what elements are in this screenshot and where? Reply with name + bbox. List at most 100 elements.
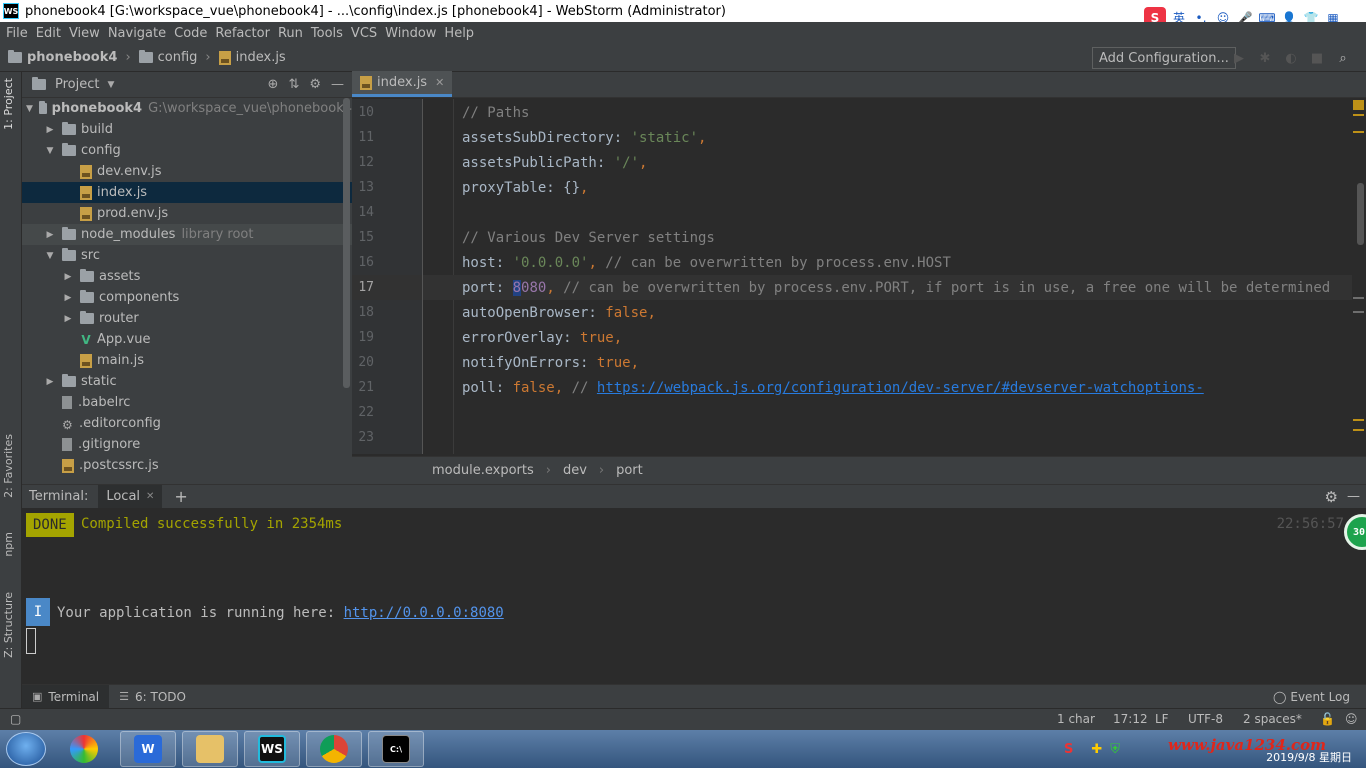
- breadcrumb-port[interactable]: port: [616, 463, 643, 478]
- stop-icon[interactable]: ■: [1308, 49, 1326, 67]
- start-button[interactable]: [6, 732, 46, 766]
- menu-navigate[interactable]: Navigate: [104, 26, 170, 41]
- scrollbar-thumb[interactable]: [1357, 183, 1364, 245]
- tree-item[interactable]: ▶ router: [22, 308, 352, 329]
- tab-structure[interactable]: Z: Structure: [2, 592, 15, 658]
- terminal-output[interactable]: DONE Compiled successfully in 2354ms 22:…: [22, 508, 1366, 684]
- code-line[interactable]: 11 assetsSubDirectory: 'static',: [352, 125, 1352, 150]
- menu-code[interactable]: Code: [170, 26, 211, 41]
- menu-refactor[interactable]: Refactor: [211, 26, 274, 41]
- chevron-down-icon[interactable]: ▼: [44, 251, 56, 261]
- tree-item[interactable]: ⚙ .editorconfig: [22, 413, 352, 434]
- taskbar-app-webstorm[interactable]: WS: [244, 731, 300, 767]
- code-line[interactable]: 19 errorOverlay: true,: [352, 325, 1352, 350]
- editor-scrollbar[interactable]: [1352, 99, 1366, 454]
- search-icon[interactable]: ⌕: [1334, 49, 1352, 67]
- tree-item[interactable]: ▼ src: [22, 245, 352, 266]
- tree-item[interactable]: .babelrc: [22, 392, 352, 413]
- tree-item[interactable]: ▶ components: [22, 287, 352, 308]
- inspector-icon[interactable]: ☺: [1345, 712, 1358, 726]
- nav-folder[interactable]: config ›: [138, 50, 211, 65]
- run-icon[interactable]: ▶: [1230, 49, 1248, 67]
- collapse-icon[interactable]: ⇅: [288, 77, 299, 92]
- hide-icon[interactable]: —: [1347, 489, 1360, 504]
- breadcrumb-dev[interactable]: dev: [563, 463, 587, 478]
- menu-tools[interactable]: Tools: [307, 26, 347, 41]
- tab-index-js[interactable]: index.js ✕: [352, 71, 453, 97]
- warning-marker[interactable]: [1353, 419, 1364, 421]
- code-line[interactable]: 20 notifyOnErrors: true,: [352, 350, 1352, 375]
- sogou-tray-icon[interactable]: S: [1064, 742, 1073, 757]
- code-line[interactable]: 22: [352, 400, 1352, 425]
- warning-marker[interactable]: [1353, 429, 1364, 431]
- taskbar-app-chrome[interactable]: [306, 731, 362, 767]
- chevron-right-icon[interactable]: ▶: [44, 230, 56, 240]
- terminal-tab-local[interactable]: Local ✕: [98, 484, 163, 509]
- hide-icon[interactable]: —: [331, 77, 344, 92]
- status-indent[interactable]: 2 spaces*: [1243, 712, 1302, 726]
- tree-item[interactable]: main.js: [22, 350, 352, 371]
- floating-badge[interactable]: 30: [1344, 514, 1366, 550]
- chevron-right-icon[interactable]: ▶: [62, 272, 74, 282]
- project-view-selector[interactable]: Project: [55, 77, 99, 92]
- close-icon[interactable]: ✕: [435, 76, 444, 89]
- code-line[interactable]: 15 // Various Dev Server settings: [352, 225, 1352, 250]
- tab-terminal[interactable]: ▣ Terminal: [22, 684, 110, 709]
- menu-run[interactable]: Run: [274, 26, 307, 41]
- security-tray-icon[interactable]: ✚: [1091, 742, 1102, 757]
- close-icon[interactable]: ✕: [146, 491, 154, 502]
- code-line[interactable]: 14: [352, 200, 1352, 225]
- tab-npm[interactable]: npm: [2, 532, 15, 557]
- chevron-right-icon[interactable]: ▶: [62, 314, 74, 324]
- tree-item[interactable]: .postcssrc.js: [22, 455, 352, 476]
- tree-item[interactable]: ▶ static: [22, 371, 352, 392]
- gear-icon[interactable]: ⚙: [309, 77, 321, 92]
- menu-window[interactable]: Window: [381, 26, 440, 41]
- shield-tray-icon[interactable]: ⛨: [1110, 742, 1120, 757]
- chevron-down-icon[interactable]: ▼: [44, 146, 56, 156]
- layout-toggle-icon[interactable]: ▢: [10, 712, 21, 726]
- app-url-link[interactable]: http://0.0.0.0:8080: [344, 605, 504, 621]
- code-line[interactable]: 18 autoOpenBrowser: false,: [352, 300, 1352, 325]
- debug-icon[interactable]: ✱: [1256, 49, 1274, 67]
- breadcrumb-module-exports[interactable]: module.exports: [432, 463, 534, 478]
- locate-icon[interactable]: ⊕: [268, 77, 279, 92]
- nav-project[interactable]: phonebook4 ›: [8, 50, 131, 65]
- tree-item[interactable]: dev.env.js: [22, 161, 352, 182]
- menu-view[interactable]: View: [65, 26, 104, 41]
- event-log-button[interactable]: ◯ Event Log: [1273, 690, 1350, 704]
- nav-file[interactable]: index.js: [218, 50, 286, 65]
- warning-marker[interactable]: [1353, 114, 1364, 116]
- gear-icon[interactable]: ⚙: [1325, 488, 1338, 506]
- lock-icon[interactable]: 🔓: [1320, 712, 1335, 726]
- tree-root[interactable]: ▼ phonebook4 G:\workspace_vue\phonebook4: [22, 98, 352, 119]
- tree-item[interactable]: ▼ config: [22, 140, 352, 161]
- taskbar-app-cmd[interactable]: C:\: [368, 731, 424, 767]
- code-line[interactable]: 10 // Paths: [352, 100, 1352, 125]
- taskbar-app-pinwheel[interactable]: [56, 731, 112, 767]
- code-line[interactable]: 16 host: '0.0.0.0', // can be overwritten…: [352, 250, 1352, 275]
- chevron-right-icon[interactable]: ▶: [44, 125, 56, 135]
- new-terminal-plus-icon[interactable]: +: [174, 487, 187, 506]
- tree-item[interactable]: ▶ build: [22, 119, 352, 140]
- tab-project[interactable]: 1: Project: [2, 78, 15, 130]
- menu-edit[interactable]: Edit: [32, 26, 65, 41]
- warning-marker[interactable]: [1353, 131, 1364, 133]
- tree-item[interactable]: ▶ assets: [22, 266, 352, 287]
- tab-favorites[interactable]: 2: Favorites: [2, 434, 15, 498]
- tab-todo[interactable]: ☰ 6: TODO: [109, 685, 196, 709]
- tree-item[interactable]: index.js: [22, 182, 352, 203]
- taskbar-app-wps[interactable]: W: [120, 731, 176, 767]
- code-line[interactable]: 23: [352, 425, 1352, 450]
- code-line[interactable]: 17 port: 8080, // can be overwritten by p…: [352, 275, 1352, 300]
- menu-help[interactable]: Help: [440, 26, 478, 41]
- coverage-icon[interactable]: ◐: [1282, 49, 1300, 67]
- status-encoding[interactable]: UTF-8: [1188, 712, 1223, 726]
- status-line-separator[interactable]: LF: [1155, 712, 1169, 726]
- code-line[interactable]: 12 assetsPublicPath: '/',: [352, 150, 1352, 175]
- code-line[interactable]: 13 proxyTable: {},: [352, 175, 1352, 200]
- menu-vcs[interactable]: VCS: [347, 26, 381, 41]
- tree-item[interactable]: .gitignore: [22, 434, 352, 455]
- code-link[interactable]: https://webpack.js.org/configuration/dev…: [597, 380, 1204, 396]
- tree-item[interactable]: ▶ node_modules library root: [22, 224, 352, 245]
